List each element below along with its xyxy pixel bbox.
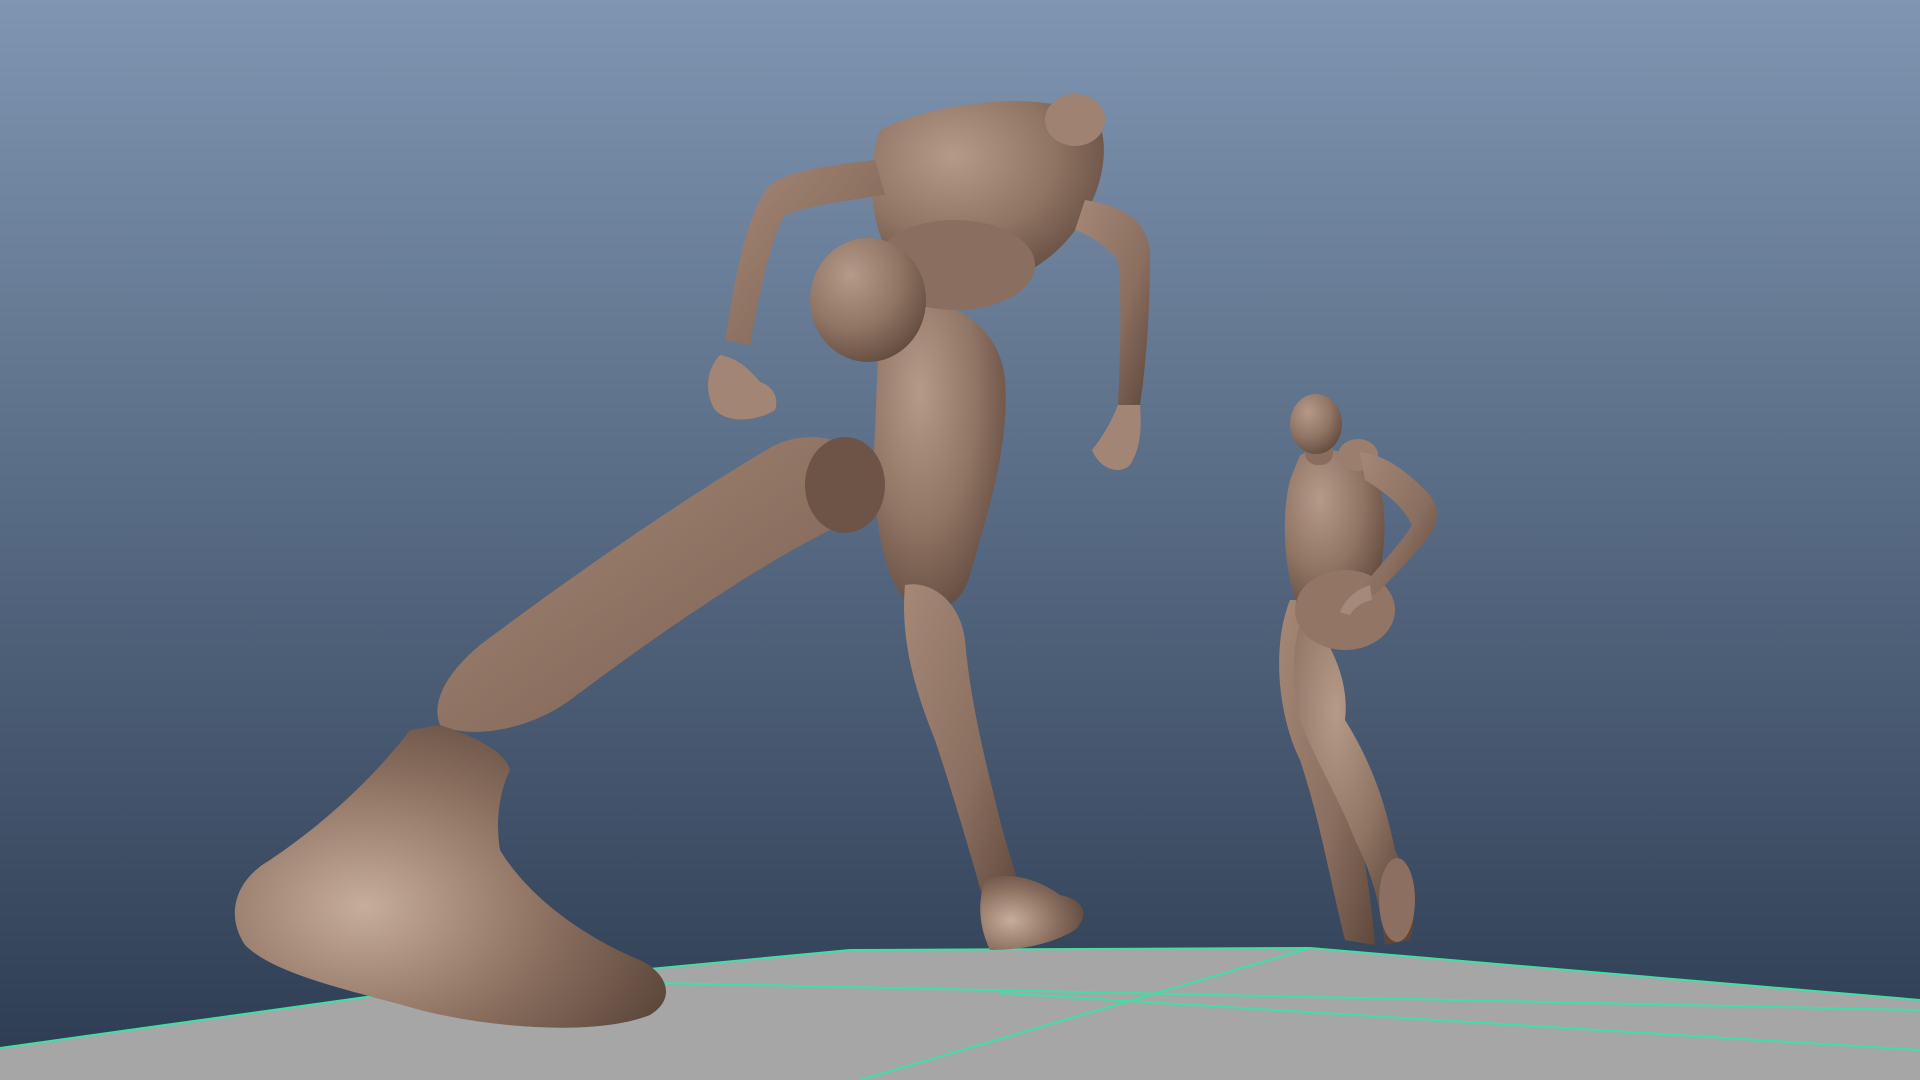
- foreground-left-shoulder: [1045, 94, 1105, 146]
- 3d-viewport[interactable]: [0, 0, 1920, 1080]
- viewport-scene[interactable]: [0, 0, 1920, 1080]
- foreground-pelvis: [810, 238, 926, 362]
- distant-head: [1290, 394, 1342, 454]
- foreground-raised-knee: [805, 437, 885, 533]
- distant-foot: [1379, 858, 1415, 942]
